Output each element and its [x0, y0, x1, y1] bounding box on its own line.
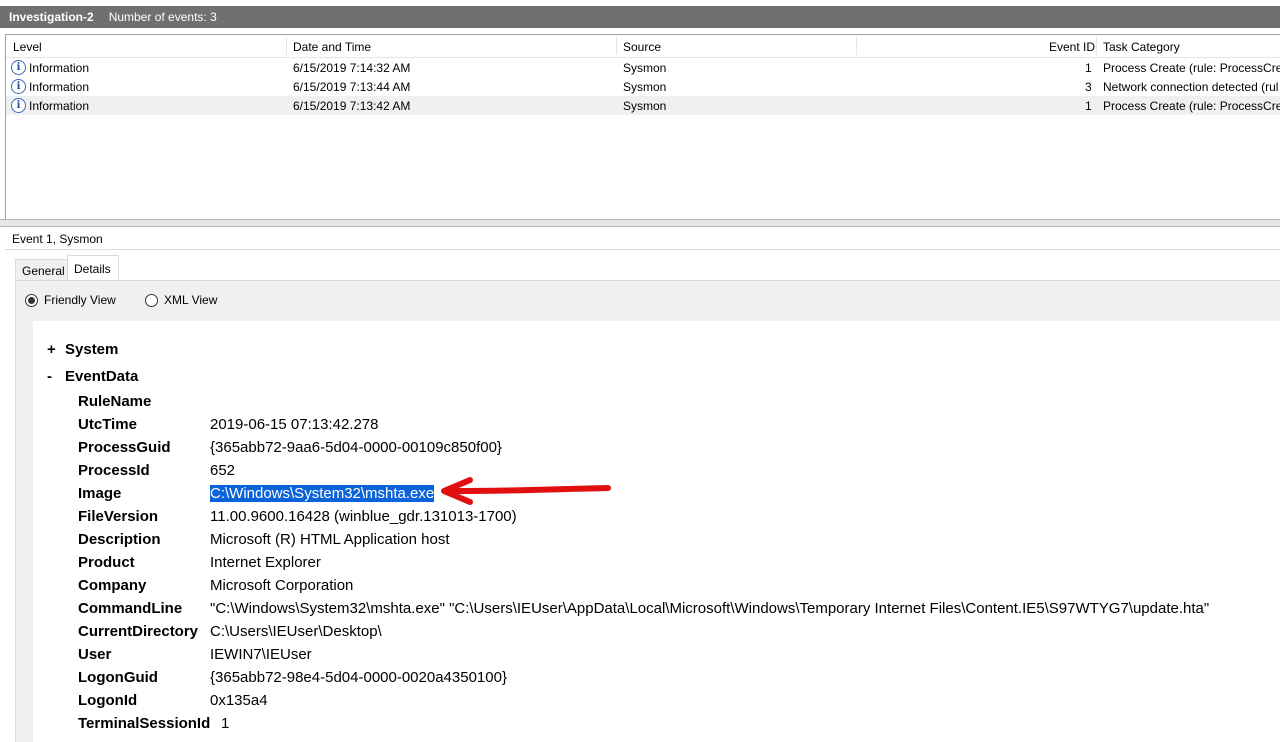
information-icon: i	[11, 60, 26, 75]
xml-view-label: XML View	[164, 293, 218, 307]
field-name: ProcessId	[78, 462, 150, 479]
column-separator[interactable]	[1096, 37, 1097, 55]
event-row-selected[interactable]: i Information 6/15/2019 7:13:42 AM Sysmo…	[6, 96, 1280, 115]
event-category: Process Create (rule: ProcessCreat	[1103, 61, 1280, 75]
field-name: Product	[78, 554, 135, 571]
field-name: Company	[78, 577, 147, 594]
event-id: 1	[1085, 99, 1092, 113]
field-name: LogonId	[78, 692, 138, 709]
field-value: {365abb72-9aa6-5d04-0000-00109c850f00}	[210, 439, 502, 456]
field-value: IEWIN7\IEUser	[210, 646, 312, 663]
field-name: FileVersion	[78, 508, 159, 525]
event-count: Number of events: 3	[108, 10, 217, 24]
field-value: 11.00.9600.16428 (winblue_gdr.131013-170…	[210, 508, 517, 525]
events-header: Level Date and Time Source Event ID Task…	[6, 35, 1280, 58]
field-value: "C:\Windows\System32\mshta.exe" "C:\User…	[210, 600, 1210, 617]
field-value: 0x135a4	[210, 692, 268, 709]
field-name: User	[78, 646, 112, 663]
event-level: Information	[29, 99, 90, 113]
field-value: 1	[221, 715, 230, 732]
column-source[interactable]: Source	[623, 40, 661, 54]
field-value: C:\Users\IEUser\Desktop\	[210, 623, 382, 640]
information-icon: i	[11, 98, 26, 113]
column-separator[interactable]	[856, 37, 857, 55]
system-node[interactable]: System	[65, 341, 118, 358]
field-value: 652	[210, 462, 236, 479]
event-source: Sysmon	[623, 80, 667, 94]
field-name: Image	[78, 485, 122, 502]
tab-details-label: Details	[74, 262, 111, 276]
column-level[interactable]: Level	[13, 40, 42, 54]
xml-view-radio[interactable]: XML View	[145, 293, 217, 307]
field-value: 2019-06-15 07:13:42.278	[210, 416, 379, 433]
event-date: 6/15/2019 7:13:42 AM	[293, 99, 411, 113]
column-event-id[interactable]: Event ID	[1049, 40, 1095, 54]
event-category: Process Create (rule: ProcessCreat	[1103, 99, 1280, 113]
field-value: Microsoft Corporation	[210, 577, 354, 594]
column-separator[interactable]	[616, 37, 617, 55]
event-level: Information	[29, 61, 90, 75]
field-name: CurrentDirectory	[78, 623, 199, 640]
field-name: LogonGuid	[78, 669, 158, 686]
field-name: ProcessGuid	[78, 439, 171, 456]
event-source: Sysmon	[623, 99, 667, 113]
column-separator[interactable]	[286, 37, 287, 55]
event-detail-title: Event 1, Sysmon	[5, 227, 1280, 250]
event-source: Sysmon	[623, 61, 667, 75]
field-value: {365abb72-98e4-5d04-0000-0020a4350100}	[210, 669, 507, 686]
field-name: Description	[78, 531, 161, 548]
column-date-time[interactable]: Date and Time	[293, 40, 371, 54]
event-row[interactable]: i Information 6/15/2019 7:14:32 AM Sysmo…	[6, 58, 1280, 77]
radio-selected-icon	[25, 293, 38, 307]
friendly-view-label: Friendly View	[44, 293, 116, 307]
tab-general-label: General	[22, 264, 65, 278]
eventdata-node[interactable]: EventData	[65, 368, 138, 385]
event-date: 6/15/2019 7:14:32 AM	[293, 61, 411, 75]
event-detail-title-text: Event 1, Sysmon	[12, 232, 103, 246]
event-level: Information	[29, 80, 90, 94]
tab-details[interactable]: Details	[67, 255, 119, 281]
field-name: CommandLine	[78, 600, 183, 617]
event-id: 3	[1085, 80, 1092, 94]
event-id: 1	[1085, 61, 1092, 75]
field-name: UtcTime	[78, 416, 137, 433]
log-name: Investigation-2	[9, 10, 94, 24]
event-row[interactable]: i Information 6/15/2019 7:13:44 AM Sysmo…	[6, 77, 1280, 96]
friendly-view-radio[interactable]: Friendly View	[25, 293, 116, 307]
tab-general[interactable]: General	[15, 259, 68, 281]
field-name: RuleName	[78, 393, 152, 410]
events-list[interactable]: Level Date and Time Source Event ID Task…	[5, 34, 1280, 221]
friendly-view-content[interactable]: + System - EventData RuleName UtcTime 20…	[33, 321, 1280, 742]
system-expand-toggle[interactable]: +	[47, 341, 56, 358]
eventdata-collapse-toggle[interactable]: -	[47, 368, 52, 385]
details-panel: Friendly View XML View + System - EventD…	[15, 280, 1280, 742]
field-value: Microsoft (R) HTML Application host	[210, 531, 450, 548]
information-icon: i	[11, 79, 26, 94]
field-name: TerminalSessionId	[78, 715, 211, 732]
image-value-selected[interactable]: C:\Windows\System32\mshta.exe	[210, 485, 435, 502]
field-value: Internet Explorer	[210, 554, 321, 571]
log-title-bar: Investigation-2 Number of events: 3	[0, 6, 1280, 28]
event-date: 6/15/2019 7:13:44 AM	[293, 80, 411, 94]
radio-unselected-icon	[145, 293, 158, 307]
pane-splitter[interactable]	[0, 219, 1280, 227]
event-category: Network connection detected (rul	[1103, 80, 1279, 94]
column-task-category[interactable]: Task Category	[1103, 40, 1180, 54]
